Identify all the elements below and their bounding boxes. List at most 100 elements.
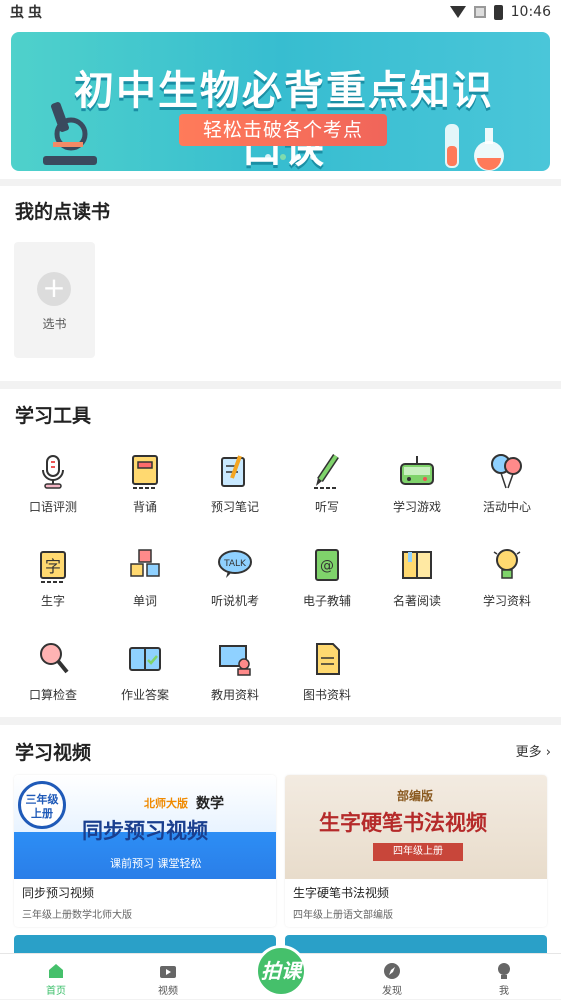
tool-label: 活动中心 [482, 500, 531, 514]
more-label: 更多 [515, 745, 542, 760]
video-thumbnail: 部编版 生字硬笔书法视频 四年级上册 [285, 775, 547, 879]
notification-icon: 虫 [28, 5, 42, 21]
tool-item[interactable]: 单词 [100, 534, 190, 614]
grade-ribbon: 四年级上册 [373, 843, 463, 861]
tool-item[interactable]: 学习资料 [462, 534, 552, 614]
pencil-icon [314, 454, 339, 489]
tab-home[interactable]: 首页 [16, 954, 96, 1000]
tab-label: 发现 [382, 986, 402, 997]
tool-item[interactable]: TALK 听说机考 [190, 534, 280, 614]
tool-item[interactable]: 背诵 [100, 440, 190, 520]
video-subtitle: 三年级上册数学北师大版 [22, 910, 132, 921]
status-bar: 虫 虫 10:46 [0, 0, 561, 24]
video-card[interactable]: 三年级 上册 北师大版 数学 同步预习视频 课前预习 课堂轻松 同步预习视频 三… [14, 775, 276, 927]
tool-label: 口算检查 [28, 688, 77, 702]
wifi-icon [449, 6, 466, 18]
tool-item[interactable]: 听写 [282, 440, 372, 520]
video-subtitle: 四年级上册语文部编版 [293, 910, 393, 921]
tool-item[interactable]: @ 电子教辅 [282, 534, 372, 614]
tool-label: 听写 [314, 500, 339, 514]
promo-banner[interactable]: 初中生物必背重点知识口诀 轻松击破各个考点 [11, 32, 550, 171]
tab-me[interactable]: 我 [464, 954, 544, 1000]
status-left: 虫 虫 [10, 2, 42, 22]
tool-label: 听说机考 [210, 594, 259, 608]
balloons-icon [491, 454, 522, 489]
svg-text:字: 字 [45, 557, 61, 576]
tool-item[interactable]: 教用资料 [190, 628, 280, 708]
video-card-partial[interactable] [285, 935, 547, 953]
magnifier-icon [40, 643, 69, 674]
carousel-dots [265, 154, 316, 160]
tool-label: 生字 [40, 594, 65, 608]
chevron-right-icon: › [541, 745, 551, 760]
carousel-dot[interactable] [310, 154, 316, 160]
edition-tag: 北师大版 [144, 797, 188, 810]
tool-label: 学习资料 [482, 594, 531, 608]
photo-lesson-button[interactable]: 拍课 [255, 945, 307, 997]
svg-text:@: @ [320, 558, 334, 574]
tool-item[interactable]: 名著阅读 [372, 534, 462, 614]
home-icon [49, 964, 63, 978]
tab-label: 视频 [158, 986, 178, 997]
answer-book-icon [129, 647, 161, 671]
tool-label: 教用资料 [210, 688, 259, 702]
tool-item[interactable]: 图书资料 [282, 628, 372, 708]
notebook-pen-icon [221, 455, 245, 487]
video-card[interactable]: 部编版 生字硬笔书法视频 四年级上册 生字硬笔书法视频 四年级上册语文部编版 [285, 775, 547, 927]
microphone-icon [42, 455, 64, 489]
thumb-headline: 生字硬笔书法视频 [319, 811, 487, 835]
tab-discover[interactable]: 发现 [352, 954, 432, 1000]
section-title-tools: 学习工具 [15, 405, 92, 427]
plus-icon: + [37, 272, 71, 306]
banner-subtitle: 轻松击破各个考点 [179, 114, 387, 146]
video-thumbnail: 三年级 上册 北师大版 数学 同步预习视频 课前预习 课堂轻松 [14, 775, 276, 879]
more-videos-link[interactable]: 更多 › [516, 741, 551, 760]
tool-item[interactable]: 预习笔记 [190, 440, 280, 520]
book-icon [132, 455, 158, 489]
section-title-videos: 学习视频 [15, 742, 92, 764]
gamepad-icon [400, 456, 434, 485]
signal-icon [473, 6, 486, 18]
thumb-slogan: 课前预习 课堂轻松 [110, 857, 202, 870]
tool-item[interactable]: 口语评测 [8, 440, 98, 520]
letter-blocks-icon [130, 549, 160, 577]
tool-item[interactable]: 作业答案 [100, 628, 190, 708]
tab-label: 首页 [46, 986, 66, 997]
carousel-dot[interactable] [265, 154, 271, 160]
tool-item[interactable]: 活动中心 [462, 440, 552, 520]
status-time: 10:46 [510, 4, 551, 20]
tool-item[interactable]: 学习游戏 [372, 440, 462, 520]
svg-text:TALK: TALK [223, 559, 247, 569]
tool-item[interactable]: 字 生字 [8, 534, 98, 614]
profile-icon [498, 963, 510, 979]
section-title-my-books: 我的点读书 [15, 201, 111, 223]
add-book-button[interactable]: + 选书 [14, 242, 95, 358]
video-title: 生字硬笔书法视频 [293, 886, 390, 900]
carousel-dot[interactable] [295, 154, 301, 160]
tool-label: 单词 [132, 594, 157, 608]
status-right: 10:46 [449, 4, 551, 20]
tab-video[interactable]: 视频 [128, 954, 208, 1000]
tool-label: 口语评测 [28, 500, 77, 514]
video-card-partial[interactable] [14, 935, 276, 953]
compass-icon [384, 963, 400, 979]
carousel-dot-active[interactable] [280, 154, 286, 160]
tool-label: 学习游戏 [392, 500, 441, 514]
tool-label: 预习笔记 [210, 500, 259, 514]
lightbulb-icon [493, 549, 521, 579]
tool-label: 名著阅读 [392, 594, 441, 608]
character-card-icon: 字 [40, 551, 66, 583]
video-title: 同步预习视频 [22, 886, 95, 900]
notification-icon: 虫 [10, 5, 24, 21]
battery-icon [493, 4, 503, 20]
edition-tag: 部编版 [397, 789, 434, 803]
tool-item[interactable]: 口算检查 [8, 628, 98, 708]
document-icon [316, 643, 340, 675]
add-book-label: 选书 [42, 317, 67, 331]
teacher-board-icon [219, 645, 251, 676]
talk-bubble-icon: TALK [218, 550, 252, 578]
flask-icon [445, 124, 504, 171]
tool-label: 电子教辅 [302, 594, 351, 608]
tool-label: 作业答案 [120, 688, 169, 702]
tv-icon [160, 966, 176, 978]
